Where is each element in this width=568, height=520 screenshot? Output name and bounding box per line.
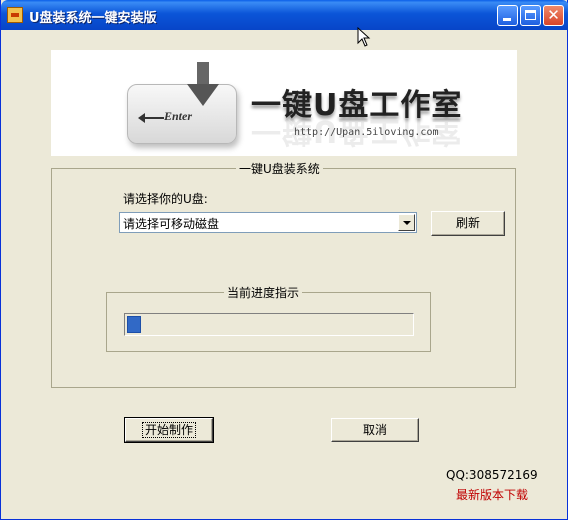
chevron-down-icon[interactable] [398, 214, 415, 231]
start-button-label: 开始制作 [141, 422, 196, 438]
down-arrow-icon [187, 62, 219, 106]
maximize-button[interactable] [520, 5, 541, 26]
start-button[interactable]: 开始制作 [124, 417, 214, 443]
minimize-icon [503, 18, 511, 21]
enter-key-graphic: Enter [127, 84, 237, 144]
qq-contact: QQ:308572169 [446, 468, 538, 482]
minimize-button[interactable] [497, 5, 518, 26]
latest-version-download-link[interactable]: 最新版本下载 [456, 486, 528, 503]
window-title: U盘装系统一键安装版 [29, 11, 157, 26]
banner-url: http://Upan.5iloving.com [294, 127, 439, 138]
maximize-icon [525, 10, 536, 20]
mouse-cursor-icon [357, 27, 371, 47]
drive-select[interactable]: 请选择可移动磁盘 [119, 212, 417, 233]
drive-select-value: 请选择可移动磁盘 [123, 217, 220, 231]
arrow-shaft [140, 117, 164, 119]
progress-group-title: 当前进度指示 [224, 284, 303, 301]
close-icon: ✕ [547, 6, 560, 24]
enter-key-label: Enter [164, 109, 193, 123]
banner-image: Enter 一键U盘工作室 一键U盘工作室 http://Upan.5ilovi… [51, 50, 517, 156]
progress-fill [127, 316, 141, 333]
drive-select-label: 请选择你的U盘: [123, 192, 208, 206]
cancel-button[interactable]: 取消 [331, 418, 419, 442]
title-bar[interactable]: U盘装系统一键安装版 ✕ [1, 0, 568, 30]
app-icon[interactable] [7, 7, 23, 23]
main-groupbox: 一键U盘装系统 [51, 160, 516, 388]
refresh-button[interactable]: 刷新 [431, 211, 505, 236]
progress-bar [124, 313, 414, 336]
app-window: U盘装系统一键安装版 ✕ Enter 一键U盘工作室 一键U盘工作室 http:… [0, 0, 568, 520]
main-group-title: 一键U盘装系统 [236, 160, 323, 177]
close-button[interactable]: ✕ [543, 5, 564, 26]
